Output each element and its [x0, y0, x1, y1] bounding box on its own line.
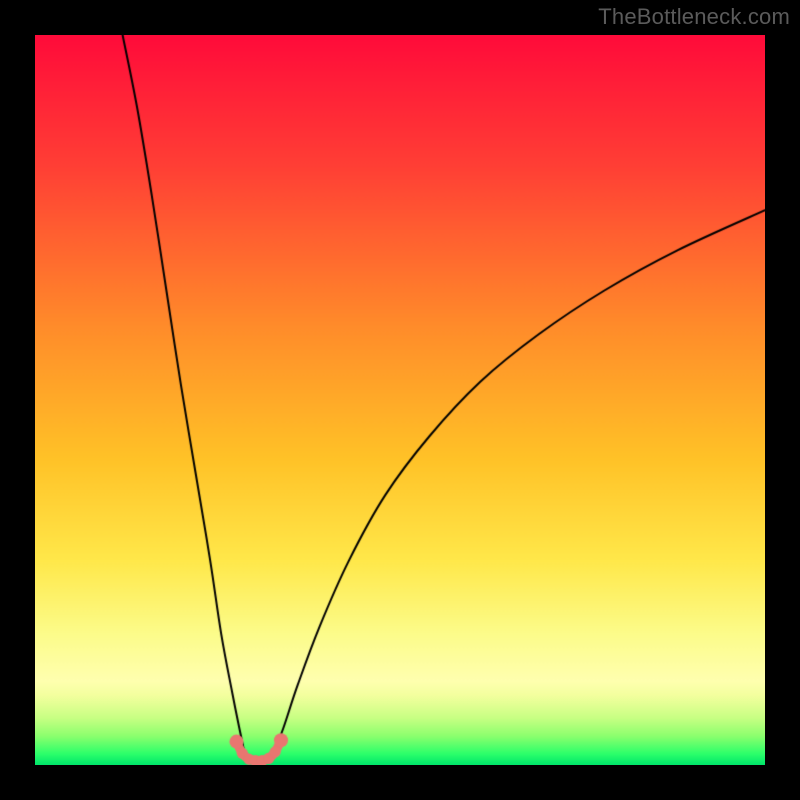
watermark-text: TheBottleneck.com [598, 4, 790, 30]
gradient-background [35, 35, 765, 765]
plot-area [35, 35, 765, 765]
chart-frame: TheBottleneck.com [0, 0, 800, 800]
